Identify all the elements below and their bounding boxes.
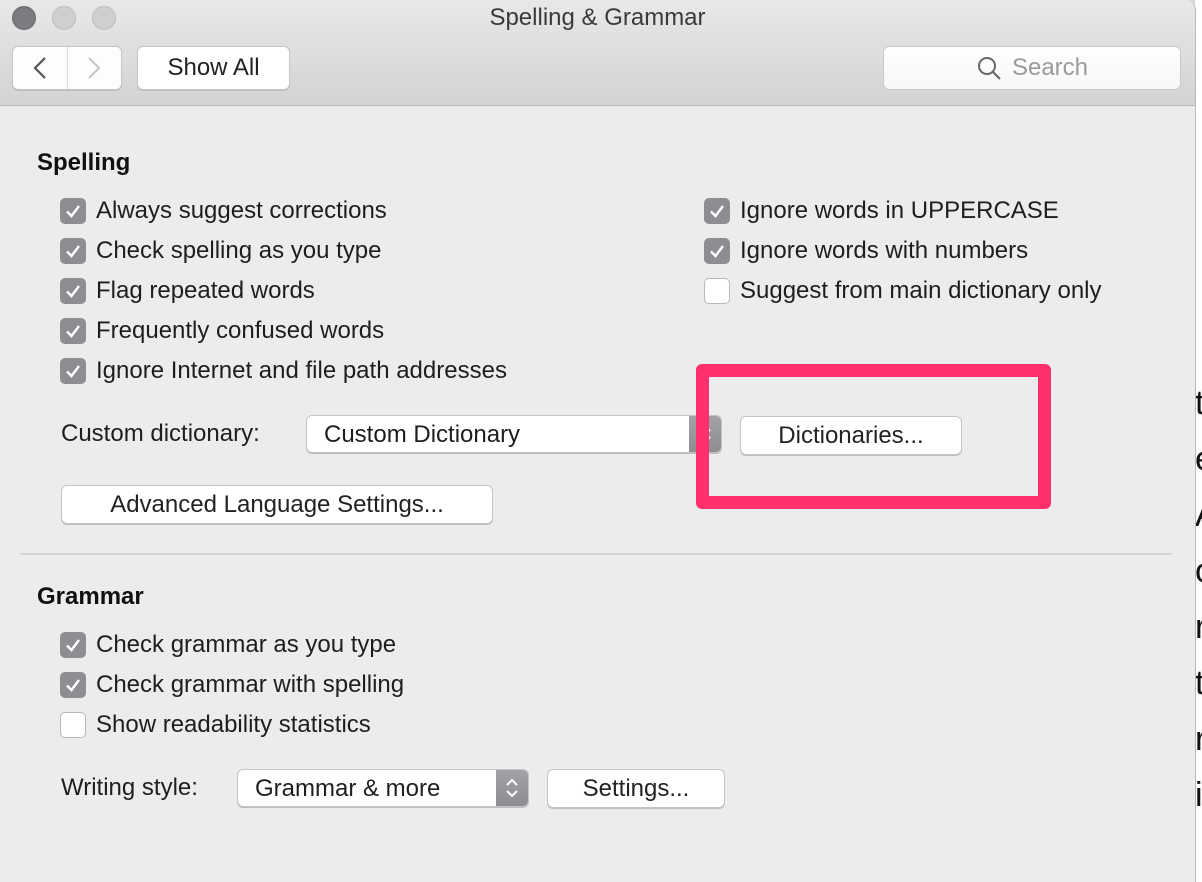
checkbox-checked[interactable] bbox=[60, 672, 86, 698]
dictionaries-button[interactable]: Dictionaries... bbox=[740, 416, 962, 455]
grammar-section-title: Grammar bbox=[37, 583, 144, 610]
checkmark-icon bbox=[66, 365, 80, 378]
search-placeholder: Search bbox=[1011, 54, 1089, 81]
show-all-button[interactable]: Show All bbox=[137, 46, 290, 90]
writing-style-value: Grammar & more bbox=[255, 775, 441, 802]
spelling-section-title: Spelling bbox=[37, 149, 131, 176]
custom-dictionary-select[interactable]: Custom Dictionary bbox=[306, 415, 722, 453]
background-glyph: A bbox=[1195, 496, 1202, 535]
checkbox-unchecked[interactable] bbox=[704, 278, 730, 304]
checkmark-icon bbox=[710, 245, 724, 258]
option-show-readability-statistics[interactable]: Show readability statistics bbox=[60, 709, 371, 741]
checkbox-checked[interactable] bbox=[60, 632, 86, 658]
option-label: Flag repeated words bbox=[96, 277, 315, 304]
advanced-language-settings-button[interactable]: Advanced Language Settings... bbox=[61, 485, 493, 524]
background-glyph: r bbox=[1195, 720, 1202, 758]
checkmark-icon bbox=[66, 285, 80, 298]
checkbox-checked[interactable] bbox=[60, 198, 86, 224]
writing-style-label: Writing style: bbox=[61, 774, 198, 801]
option-label: Ignore words in UPPERCASE bbox=[740, 197, 1059, 224]
background-glyph: o bbox=[1195, 552, 1202, 591]
checkmark-icon bbox=[66, 639, 80, 652]
option-label: Check grammar with spelling bbox=[96, 671, 405, 698]
checkmark-icon bbox=[66, 679, 80, 692]
option-ignore-words-with-numbers[interactable]: Ignore words with numbers bbox=[704, 235, 1028, 267]
background-glyph: r bbox=[1195, 608, 1202, 646]
writing-style-settings-button[interactable]: Settings... bbox=[547, 769, 725, 808]
checkmark-icon bbox=[710, 205, 724, 218]
checkmark-icon bbox=[66, 245, 80, 258]
background-glyph: t bbox=[1195, 384, 1202, 422]
back-button[interactable] bbox=[13, 47, 67, 89]
custom-dictionary-label: Custom dictionary: bbox=[61, 420, 260, 447]
chevron-right-icon bbox=[88, 57, 101, 79]
titlebar: Spelling & Grammar Show All Search bbox=[0, 0, 1195, 106]
option-label: Ignore words with numbers bbox=[740, 237, 1029, 264]
preferences-window: Spelling & Grammar Show All Search Spell… bbox=[0, 0, 1196, 882]
option-label: Ignore Internet and file path addresses bbox=[96, 357, 507, 384]
option-flag-repeated-words[interactable]: Flag repeated words bbox=[60, 275, 315, 307]
option-check-grammar-as-you-type[interactable]: Check grammar as you type bbox=[60, 629, 396, 661]
option-always-suggest-corrections[interactable]: Always suggest corrections bbox=[60, 195, 387, 227]
background-glyph: e bbox=[1195, 440, 1202, 479]
checkbox-checked[interactable] bbox=[60, 238, 86, 264]
option-check-grammar-with-spelling[interactable]: Check grammar with spelling bbox=[60, 669, 404, 701]
section-divider bbox=[20, 553, 1172, 555]
up-down-arrows-icon bbox=[506, 778, 518, 798]
option-suggest-main-dictionary-only[interactable]: Suggest from main dictionary only bbox=[704, 275, 1102, 307]
checkbox-checked[interactable] bbox=[704, 238, 730, 264]
window-title: Spelling & Grammar bbox=[489, 4, 706, 31]
option-label: Suggest from main dictionary only bbox=[740, 277, 1102, 304]
option-label: Show readability statistics bbox=[96, 711, 371, 738]
option-ignore-internet-addresses[interactable]: Ignore Internet and file path addresses bbox=[60, 355, 507, 387]
background-document: t e A o r t r i bbox=[1195, 0, 1202, 882]
option-label: Always suggest corrections bbox=[96, 197, 387, 224]
select-stepper bbox=[496, 770, 528, 806]
writing-style-select[interactable]: Grammar & more bbox=[237, 769, 529, 807]
navigation-buttons bbox=[12, 46, 122, 90]
up-down-arrows-icon bbox=[699, 424, 711, 444]
custom-dictionary-value: Custom Dictionary bbox=[324, 421, 521, 448]
checkbox-unchecked[interactable] bbox=[60, 712, 86, 738]
search-field[interactable]: Search bbox=[883, 46, 1181, 90]
option-label: Frequently confused words bbox=[96, 317, 385, 344]
checkbox-checked[interactable] bbox=[60, 318, 86, 344]
checkbox-checked[interactable] bbox=[60, 358, 86, 384]
background-glyph: i bbox=[1195, 776, 1202, 814]
checkbox-checked[interactable] bbox=[704, 198, 730, 224]
checkmark-icon bbox=[66, 325, 80, 338]
chevron-left-icon bbox=[33, 57, 46, 79]
forward-button[interactable] bbox=[66, 47, 122, 89]
option-frequently-confused-words[interactable]: Frequently confused words bbox=[60, 315, 384, 347]
checkmark-icon bbox=[66, 205, 80, 218]
option-label: Check grammar as you type bbox=[96, 631, 397, 658]
option-check-spelling-as-you-type[interactable]: Check spelling as you type bbox=[60, 235, 382, 267]
option-label: Check spelling as you type bbox=[96, 237, 382, 264]
checkbox-checked[interactable] bbox=[60, 278, 86, 304]
option-ignore-uppercase[interactable]: Ignore words in UPPERCASE bbox=[704, 195, 1059, 227]
select-stepper bbox=[689, 416, 721, 452]
background-glyph: t bbox=[1195, 664, 1202, 702]
magnifier-icon bbox=[977, 57, 1001, 80]
